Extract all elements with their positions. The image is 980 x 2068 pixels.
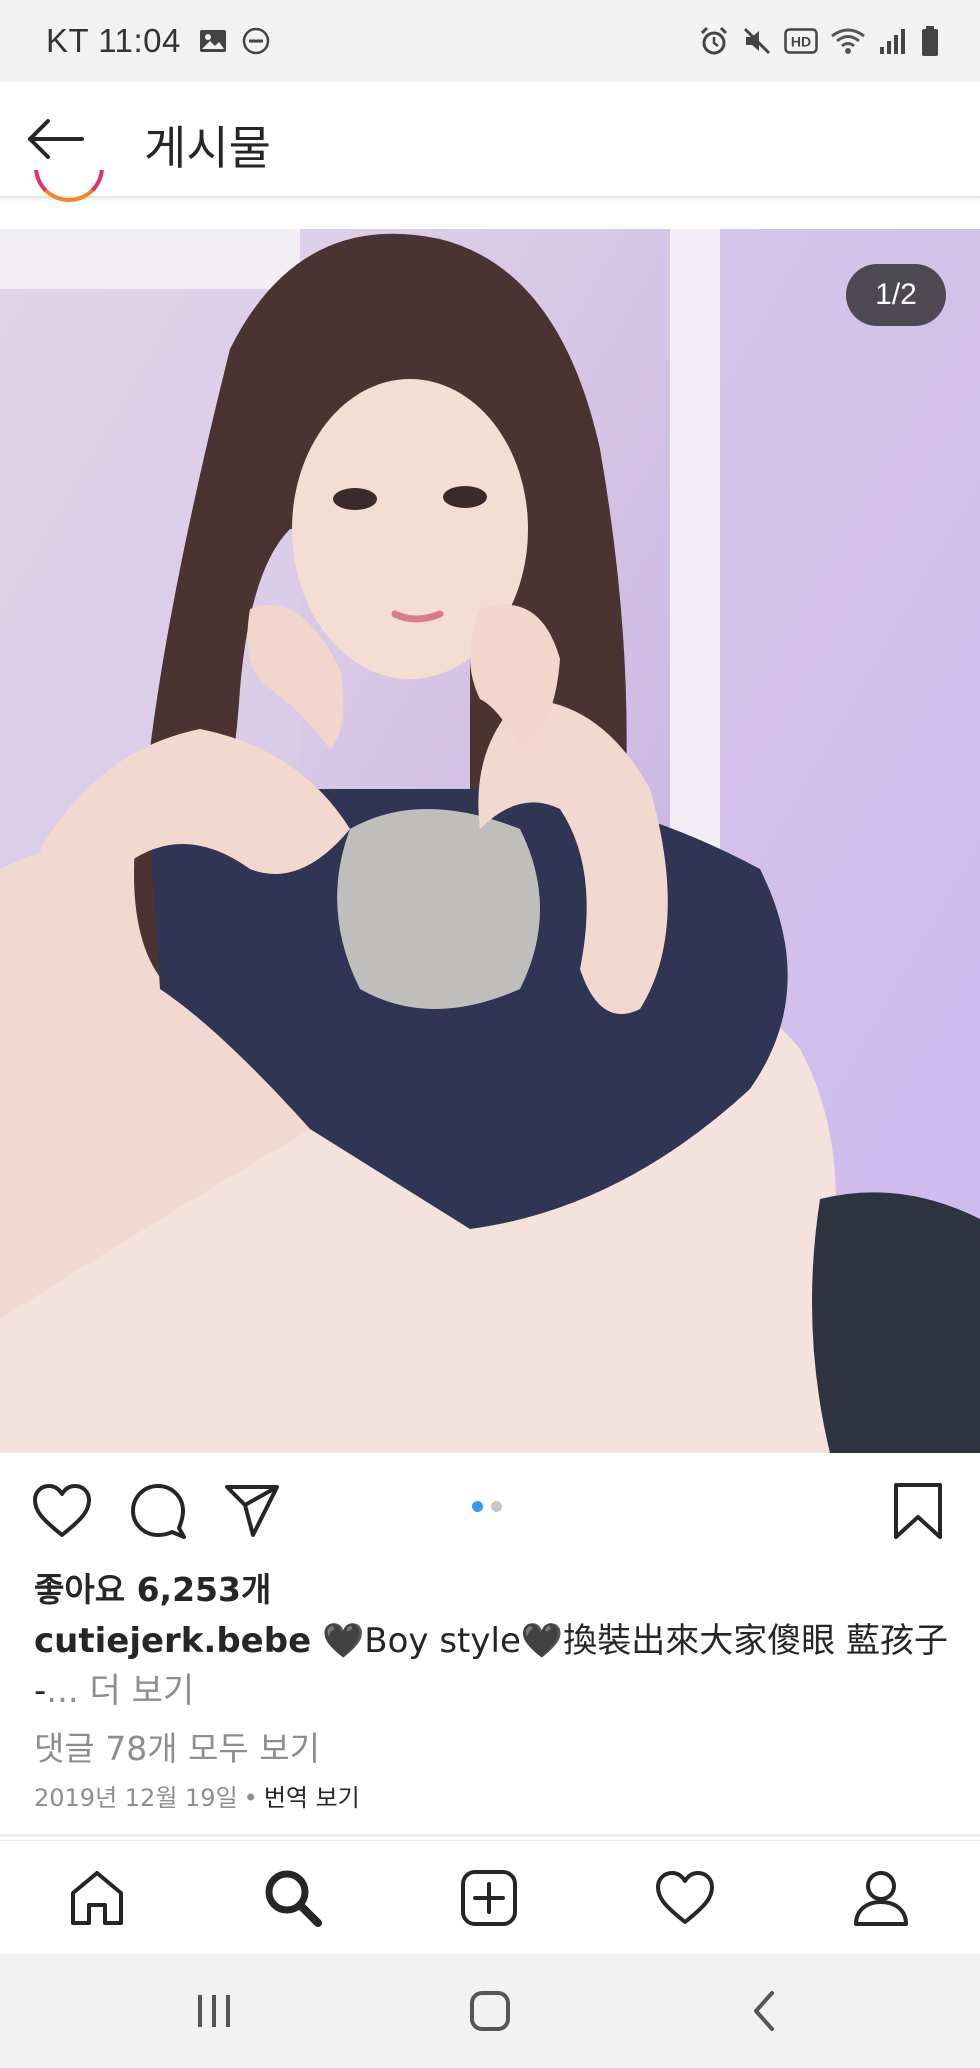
comment-button[interactable] — [126, 1479, 190, 1543]
image-page-counter: 1/2 — [846, 264, 946, 326]
post-image[interactable]: 1/2 — [0, 229, 980, 1453]
caption: cutiejerk.bebe 🖤Boy style🖤換裝出來大家傻眼 藍孩子 -… — [34, 1616, 954, 1716]
carousel-dot-active — [472, 1501, 483, 1512]
carrier-time: KT 11:04 — [46, 22, 181, 59]
comment-icon — [131, 1484, 186, 1539]
eye-right — [443, 486, 487, 508]
profile-icon — [854, 1871, 908, 1926]
do-not-disturb-icon — [241, 26, 271, 56]
nav-profile[interactable] — [846, 1863, 916, 1933]
carousel-dot — [491, 1501, 502, 1512]
save-button[interactable] — [886, 1479, 950, 1543]
app-header: 게시물 — [0, 82, 980, 198]
status-left: KT 11:04 — [46, 22, 271, 60]
caption-text: 🖤Boy style🖤換裝出來大家傻眼 藍孩子 — [311, 1621, 949, 1661]
activity-icon — [656, 1871, 714, 1924]
post-date: 2019년 12월 19일 — [34, 1784, 238, 1812]
nav-home[interactable] — [62, 1863, 132, 1933]
caption-more-link[interactable]: ... 더 보기 — [46, 1671, 194, 1711]
caption-username[interactable]: cutiejerk.bebe — [34, 1621, 311, 1661]
add-post-icon — [461, 1870, 517, 1926]
home-icon — [71, 1871, 123, 1925]
view-all-comments-link[interactable]: 댓글 78개 모두 보기 — [34, 1722, 320, 1770]
bag — [812, 1192, 980, 1453]
caption-continuation: - — [34, 1671, 47, 1711]
bookmark-icon — [894, 1483, 942, 1539]
search-icon — [265, 1870, 322, 1927]
ceiling-trim — [0, 229, 300, 289]
heart-icon — [33, 1484, 91, 1537]
alarm-icon — [698, 25, 730, 57]
eye-left — [333, 488, 377, 510]
gallery-icon — [199, 28, 227, 54]
status-bar: KT 11:04 HD — [0, 0, 980, 82]
avatar[interactable] — [34, 170, 108, 210]
likes-count[interactable]: 좋아요 6,253개 — [34, 1563, 271, 1611]
svg-text:HD: HD — [791, 34, 811, 50]
shirt-print — [337, 809, 540, 1009]
story-ring — [34, 170, 104, 202]
bottom-nav — [0, 1840, 980, 1955]
signal-icon — [878, 27, 908, 55]
wifi-icon — [830, 27, 866, 55]
system-back-icon — [754, 1991, 774, 2031]
nav-add-post[interactable] — [454, 1863, 524, 1933]
home-button-icon — [470, 1991, 510, 2031]
nav-activity[interactable] — [650, 1863, 720, 1933]
recent-apps-icon — [198, 1995, 230, 2027]
hd-icon: HD — [784, 28, 818, 54]
meta-separator: • — [243, 1784, 258, 1812]
back-button[interactable] — [24, 107, 88, 171]
nav-search[interactable] — [258, 1863, 328, 1933]
page-title: 게시물 — [144, 121, 271, 175]
share-button[interactable] — [220, 1479, 284, 1543]
recent-apps-button[interactable] — [184, 1986, 244, 2036]
system-nav — [0, 1954, 980, 2068]
back-arrow-icon — [28, 119, 84, 159]
system-back-button[interactable] — [734, 1986, 794, 2036]
post-meta: 2019년 12월 19일 • 번역 보기 — [34, 1778, 360, 1813]
divider — [0, 1834, 980, 1837]
system-home-button[interactable] — [460, 1986, 520, 2036]
share-icon — [225, 1485, 279, 1537]
like-button[interactable] — [30, 1479, 94, 1543]
carousel-indicator — [472, 1501, 502, 1512]
battery-icon — [920, 25, 940, 57]
translate-link[interactable]: 번역 보기 — [264, 1784, 360, 1812]
post-photo — [0, 229, 980, 1453]
mute-icon — [742, 26, 772, 56]
status-right: HD — [698, 0, 940, 82]
